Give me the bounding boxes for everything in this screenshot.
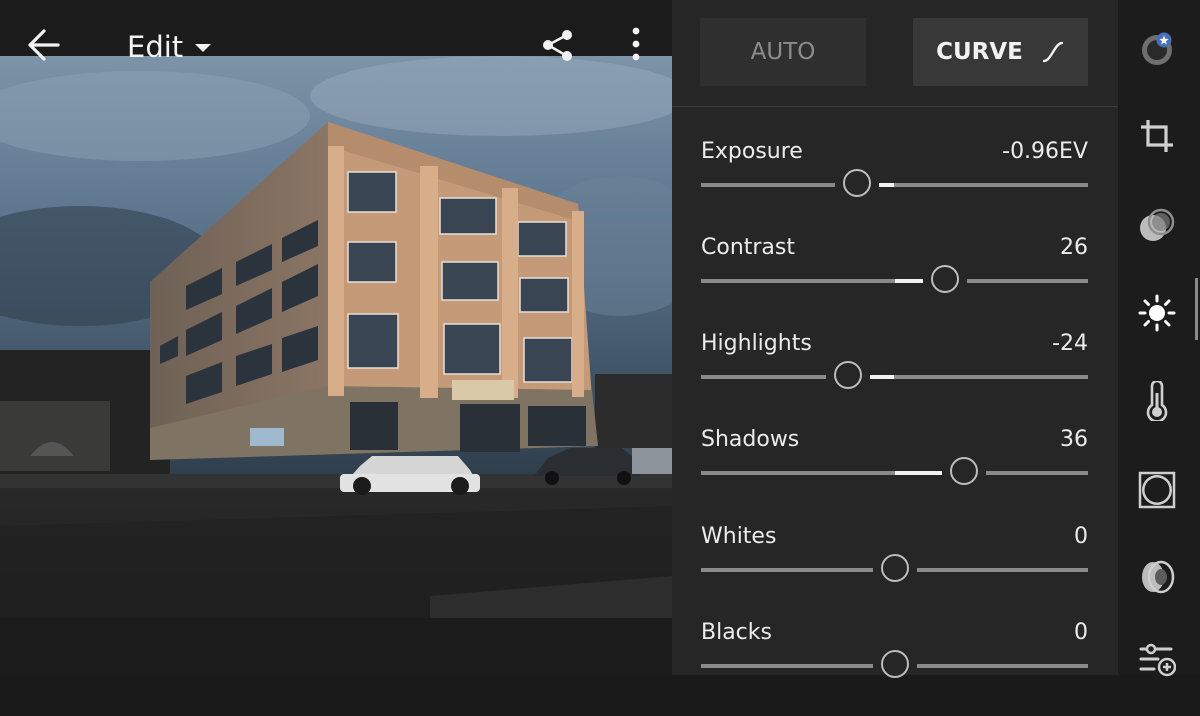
shadows-slider-row: Shadows 36 <box>701 427 1088 523</box>
slider-track-segment <box>916 568 1088 572</box>
dropdown-caret-icon <box>195 44 212 52</box>
optics-icon <box>1142 560 1175 594</box>
more-vertical-icon <box>632 27 640 61</box>
slider-fill <box>894 279 923 283</box>
exposure-slider-row: Exposure -0.96EV <box>701 139 1088 235</box>
light-tool[interactable] <box>1136 292 1178 334</box>
exposure-slider[interactable] <box>701 169 1088 197</box>
photo-pane: Edit <box>0 0 672 675</box>
slider-thumb[interactable] <box>834 361 863 389</box>
slider-track-segment <box>966 279 1088 283</box>
active-tool-indicator <box>1195 278 1198 340</box>
more-options-button[interactable] <box>622 26 650 66</box>
slider-track-segment <box>701 183 836 187</box>
color-icon <box>1146 381 1168 421</box>
highlights-slider[interactable] <box>701 361 1088 389</box>
slider-track-segment <box>701 568 873 572</box>
slider-track-segment <box>870 375 1088 379</box>
slider-label: Highlights <box>701 331 812 356</box>
tone-curve-icon <box>1042 41 1064 63</box>
detail-tool[interactable] <box>1136 640 1178 682</box>
contrast-slider[interactable] <box>701 265 1088 293</box>
slider-fill <box>870 375 895 379</box>
slider-value: 26 <box>1060 235 1088 260</box>
slider-value: 36 <box>1060 427 1088 452</box>
slider-value: -24 <box>1052 331 1088 356</box>
highlights-slider-row: Highlights -24 <box>701 331 1088 427</box>
slider-track-segment <box>916 664 1088 668</box>
slider-label: Shadows <box>701 427 800 452</box>
slider-track-segment <box>701 279 923 283</box>
selective-tool[interactable] <box>1136 205 1178 247</box>
whites-slider[interactable] <box>701 554 1088 582</box>
shadows-slider[interactable] <box>701 457 1088 485</box>
contrast-slider-row: Contrast 26 <box>701 235 1088 331</box>
crop-tool[interactable] <box>1136 115 1178 157</box>
slider-track-segment <box>879 183 1088 187</box>
light-icon <box>1138 294 1176 332</box>
back-arrow-icon <box>28 29 60 61</box>
slider-thumb[interactable] <box>880 650 909 678</box>
slider-thumb[interactable] <box>950 457 979 485</box>
effects-icon <box>1138 471 1176 509</box>
slider-track-segment <box>701 375 827 379</box>
detail-icon <box>1139 643 1176 677</box>
optics-tool[interactable] <box>1136 556 1178 598</box>
auto-button[interactable]: AUTO <box>700 18 866 86</box>
slider-value: -0.96EV <box>1002 139 1088 164</box>
top-bar: Edit <box>0 0 672 64</box>
slider-track-segment <box>701 664 873 668</box>
slider-thumb[interactable] <box>843 169 872 197</box>
building-photo <box>0 56 672 618</box>
slider-label: Exposure <box>701 139 803 164</box>
slider-thumb[interactable] <box>880 554 909 582</box>
presets-icon <box>1142 32 1172 65</box>
slider-label: Blacks <box>701 620 772 645</box>
crop-icon <box>1141 120 1173 152</box>
tool-rail <box>1118 0 1200 677</box>
effects-tool[interactable] <box>1136 469 1178 511</box>
slider-label: Contrast <box>701 235 796 260</box>
selective-icon <box>1140 208 1175 241</box>
photo-preview[interactable] <box>0 56 672 618</box>
back-button[interactable] <box>26 26 62 66</box>
slider-value: 0 <box>1074 524 1088 549</box>
light-adjustments-panel: AUTO CURVE Exposure -0.96EV Contrast 26 … <box>672 0 1118 678</box>
blacks-slider-row: Blacks 0 <box>701 620 1088 716</box>
share-button[interactable] <box>540 26 576 66</box>
color-tool[interactable] <box>1136 380 1178 422</box>
slider-thumb[interactable] <box>930 265 959 293</box>
presets-tool[interactable] <box>1136 27 1178 69</box>
slider-value: 0 <box>1074 620 1088 645</box>
slider-label: Whites <box>701 524 777 549</box>
panel-divider <box>672 106 1118 107</box>
edit-title: Edit <box>127 30 184 64</box>
blacks-slider[interactable] <box>701 650 1088 678</box>
curve-button[interactable]: CURVE <box>913 18 1088 86</box>
slider-fill <box>894 471 943 475</box>
curve-button-label: CURVE <box>936 39 1023 65</box>
edit-mode-dropdown[interactable]: Edit <box>127 27 212 67</box>
slider-track-segment <box>986 471 1088 475</box>
slider-fill <box>879 183 895 187</box>
whites-slider-row: Whites 0 <box>701 524 1088 620</box>
share-icon <box>543 30 572 61</box>
